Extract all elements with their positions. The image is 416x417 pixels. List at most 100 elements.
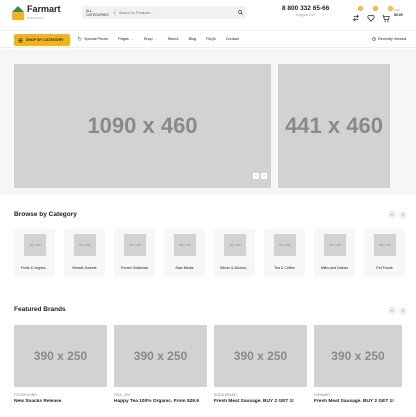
category-card[interactable]: 600 x 600 Pet Foods xyxy=(364,229,405,277)
side-banner[interactable]: 441 x 460 xyxy=(278,64,390,188)
nav-item-label: Special Prices xyxy=(84,37,109,41)
tag-icon xyxy=(78,37,82,41)
brand-image: 390 x 250 xyxy=(14,325,107,387)
compare-badge: 0 xyxy=(358,6,363,11)
brand-tag: ITEA_JSC xyxy=(114,393,131,397)
chevron-right-icon: › xyxy=(263,173,265,178)
nav-item-label: FAQs xyxy=(206,37,216,41)
shop-by-category-label: SHOP BY CATEGORY xyxy=(26,38,64,42)
category-card[interactable]: 600 x 600 Milks and Dairies xyxy=(314,229,355,277)
slider-prev-button[interactable]: ‹ xyxy=(253,173,259,179)
category-card[interactable]: 600 x 600 Tea & Coffee xyxy=(264,229,305,277)
logo-name: Farmart xyxy=(27,4,61,14)
search-icon xyxy=(237,10,243,15)
category-label: Wines & Alcohol... xyxy=(220,266,249,270)
categories-title: Browse by Category xyxy=(14,211,77,218)
chevron-left-icon: ‹ xyxy=(391,308,393,314)
search-button[interactable] xyxy=(234,6,246,19)
support-phone[interactable]: 8 800 332 65-66 Support 24/7 xyxy=(282,5,329,17)
search-category-select[interactable]: ALL CATEGORIES ▾ xyxy=(82,8,116,17)
category-image: 600 x 600 xyxy=(124,234,146,256)
chevron-down-icon: ▾ xyxy=(113,10,115,15)
category-image: 600 x 600 xyxy=(224,234,246,256)
category-image: 600 x 600 xyxy=(174,234,196,256)
nav-item-label: Contact xyxy=(225,37,239,41)
clock-icon xyxy=(372,37,376,41)
wishlist-badge: 0 xyxy=(373,6,378,11)
brand-image: 390 x 250 xyxy=(314,325,402,387)
cart-badge: 0 xyxy=(388,6,393,11)
search-bar: ALL CATEGORIES ▾ xyxy=(82,6,246,19)
nav-item-label: Stores xyxy=(167,37,179,41)
category-carousel: 600 x 600 Fruits & Vegeta... 600 x 600 B… xyxy=(14,229,416,277)
menu-icon xyxy=(18,38,23,42)
wishlist-button[interactable]: 0 xyxy=(367,6,378,22)
brands-title: Featured Brands xyxy=(14,306,66,313)
brand-card[interactable]: 390 x 250 FARMART Fresh Meat Sausage. BU… xyxy=(314,325,402,404)
chevron-right-icon: › xyxy=(402,212,404,218)
nav-item-stores[interactable]: Stores xyxy=(168,37,179,41)
slider-next-button[interactable]: › xyxy=(261,173,267,179)
category-card[interactable]: 600 x 600 Wines & Alcohol... xyxy=(214,229,255,277)
shop-by-category-button[interactable]: SHOP BY CATEGORY xyxy=(14,34,70,46)
cart-button[interactable]: 0 xyxy=(382,6,393,22)
brand-card[interactable]: 390 x 250 ITEA_JSC Happy Tea 100% Organi… xyxy=(114,325,207,404)
brand-card[interactable]: 390 x 250 SODA BRAND Fresh Meat Sausage.… xyxy=(214,325,307,404)
chevron-right-icon: › xyxy=(402,308,404,314)
brands-next-button[interactable]: › xyxy=(399,307,407,315)
compare-button[interactable]: 0 xyxy=(352,6,363,22)
brand-card[interactable]: 390 x 250 FOODPOUND New Snacks Release xyxy=(14,325,107,404)
category-label: Fruits & Vegeta... xyxy=(20,266,49,270)
main-banner[interactable]: 1090 x 460 xyxy=(14,64,271,188)
cart-icon xyxy=(382,14,390,22)
recently-viewed-button[interactable]: Recently Viewed xyxy=(372,37,406,41)
logo[interactable]: Farmart GROCERY xyxy=(12,5,61,20)
category-image: 600 x 600 xyxy=(74,234,96,256)
site-header: Farmart GROCERY ALL CATEGORIES ▾ 8 800 3… xyxy=(0,0,416,28)
category-label: Raw Meats xyxy=(175,266,194,270)
category-card[interactable]: 600 x 600 Breads Sweets xyxy=(64,229,105,277)
brands-prev-button[interactable]: ‹ xyxy=(388,307,396,315)
brand-image: 390 x 250 xyxy=(214,325,307,387)
category-card[interactable]: 600 x 600 Frozen Seafoods xyxy=(114,229,155,277)
chevron-left-icon: ‹ xyxy=(255,173,257,178)
category-card[interactable]: 600 x 600 Fruits & Vegeta... xyxy=(14,229,55,277)
brand-title: Fresh Meat Sausage. BUY 2 GET 1! xyxy=(214,399,294,404)
chevron-down-icon: ⌄ xyxy=(154,37,158,41)
category-image: 600 x 600 xyxy=(374,234,396,256)
nav-item-shop[interactable]: Shop ⌄ xyxy=(144,37,158,41)
brand-title: Fresh Meat Sausage. BUY 2 GET 1! xyxy=(314,399,394,404)
nav-item-label: Blog xyxy=(188,37,197,41)
brand-tag: SODA BRAND xyxy=(214,393,237,397)
nav-item-blog[interactable]: Blog xyxy=(189,37,197,41)
search-category-label: ALL CATEGORIES xyxy=(86,8,109,17)
nav-item-label: Shop xyxy=(143,37,153,41)
category-image: 600 x 600 xyxy=(24,234,46,256)
category-card[interactable]: 600 x 600 Raw Meats xyxy=(164,229,205,277)
cart-total: $0.00 xyxy=(394,13,403,17)
brand-tag: FARMART xyxy=(314,393,331,397)
logo-icon xyxy=(12,6,24,20)
nav-item-faqs[interactable]: FAQs xyxy=(206,37,216,41)
nav-item-contact[interactable]: Contact xyxy=(226,37,239,41)
brand-tag: FOODPOUND xyxy=(14,393,37,397)
compare-icon xyxy=(353,14,359,22)
categories-next-button[interactable]: › xyxy=(399,211,407,219)
nav-item-special-prices[interactable]: Special Prices xyxy=(78,37,108,41)
heart-icon xyxy=(367,14,375,22)
recently-viewed-label: Recently Viewed xyxy=(378,37,407,41)
nav-item-pages[interactable]: Pages ⌄ xyxy=(118,37,134,41)
logo-tagline: GROCERY xyxy=(27,16,45,20)
nav-item-label: Pages xyxy=(118,37,129,41)
category-image: 600 x 600 xyxy=(274,234,296,256)
categories-prev-button[interactable]: ‹ xyxy=(388,211,396,219)
brand-carousel: 390 x 250 FOODPOUND New Snacks Release 3… xyxy=(14,325,416,417)
search-input[interactable] xyxy=(119,10,234,15)
category-image: 600 x 600 xyxy=(324,234,346,256)
nav-menu: Special Prices Pages ⌄ Shop ⌄ Stores Blo… xyxy=(78,37,249,41)
brand-title: Happy Tea 100% Organic. From $29.9 xyxy=(114,399,199,404)
category-label: Tea & Coffee xyxy=(274,266,295,270)
category-label: Frozen Seafoods xyxy=(120,266,149,270)
hero-section: 1090 x 460 441 x 460 xyxy=(0,49,416,195)
main-nav: SHOP BY CATEGORY Special Prices Pages ⌄ … xyxy=(0,30,416,48)
